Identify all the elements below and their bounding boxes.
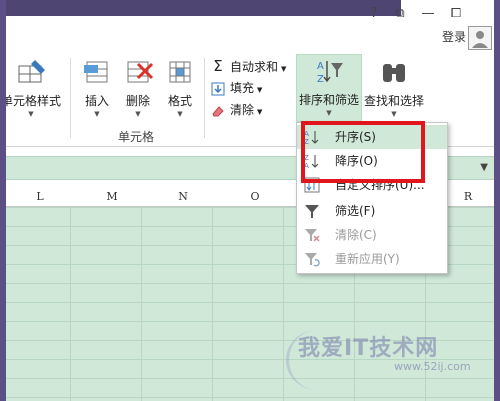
group-divider — [204, 58, 205, 138]
autosum-label: 自动求和 — [230, 60, 279, 74]
excel-window: ? ⧉ — ⧠ 登录 单元格样式 ▼ 插入 ▼ 删除 ▼ 格式 ▼ 单元格 Σ … — [6, 0, 494, 401]
find-select-label: 查找和选择 — [363, 94, 424, 108]
menu-item-clear-filter: 清除(C) — [297, 223, 447, 247]
binoculars-icon — [378, 56, 410, 88]
fill-label: 填充 — [230, 81, 255, 95]
reapply-icon — [303, 250, 321, 268]
minimize-button[interactable]: — — [416, 4, 440, 24]
chevron-down-icon: ▼ — [326, 109, 332, 117]
insert-button[interactable]: 插入 ▼ — [78, 56, 116, 119]
group-divider — [70, 58, 71, 138]
chevron-down-icon: ▼ — [177, 110, 183, 118]
autosum-button[interactable]: Σ 自动求和 ▼ — [210, 56, 286, 76]
help-button[interactable]: ? — [362, 4, 386, 24]
sort-filter-icon: A Z — [313, 55, 345, 87]
chevron-down-icon: ▼ — [135, 110, 141, 118]
menu-item-label: 重新应用(Y) — [335, 252, 400, 266]
delete-cells-icon — [122, 56, 154, 88]
chevron-down-icon: ▼ — [94, 110, 100, 118]
clear-button[interactable]: 清除 ▼ — [210, 100, 262, 120]
fill-down-icon — [210, 78, 226, 98]
column-header-O[interactable]: O — [245, 188, 265, 206]
sort-filter-label: 排序和筛选 — [298, 93, 359, 107]
cell-styles-icon — [15, 56, 47, 88]
title-bar: ? ⧉ — ⧠ 登录 — [6, 0, 494, 52]
format-label: 格式 — [167, 94, 192, 108]
clear-filter-icon — [303, 226, 321, 244]
format-button[interactable]: 格式 ▼ — [160, 56, 200, 119]
column-header-N[interactable]: N — [173, 188, 193, 206]
filter-icon — [303, 202, 321, 220]
cell-styles-label: 单元格样式 — [6, 94, 61, 108]
column-header-R[interactable]: R — [458, 188, 478, 206]
column-header-L[interactable]: L — [30, 188, 50, 206]
restore-button[interactable]: ⧠ — [444, 4, 468, 24]
format-cells-icon — [164, 56, 196, 88]
expand-formula-bar-icon[interactable]: ▼ — [480, 162, 488, 173]
login-link[interactable]: 登录 — [442, 28, 466, 45]
fill-button[interactable]: 填充 ▼ — [210, 78, 262, 98]
clear-label: 清除 — [230, 103, 255, 117]
cell-styles-button[interactable]: 单元格样式 ▼ — [6, 56, 62, 119]
highlight-annotation — [301, 121, 425, 183]
menu-item-label: 清除(C) — [335, 228, 377, 242]
find-select-button[interactable]: 查找和选择 ▼ — [362, 56, 426, 119]
chevron-down-icon: ▼ — [257, 108, 263, 116]
cells-group-label: 单元格 — [117, 130, 154, 144]
user-icon — [472, 31, 488, 48]
chevron-down-icon: ▼ — [281, 65, 287, 73]
insert-label: 插入 — [84, 94, 109, 108]
menu-item-reapply: 重新应用(Y) — [297, 247, 447, 271]
sort-filter-button[interactable]: A Z 排序和筛选 ▼ — [296, 54, 362, 122]
watermark-url: www.52ij.com — [394, 360, 471, 373]
avatar[interactable] — [468, 26, 492, 50]
svg-text:A: A — [317, 61, 324, 72]
chevron-down-icon: ▼ — [28, 110, 34, 118]
watermark-text: 我爱IT技术网 — [298, 336, 439, 361]
title-strip — [6, 0, 401, 16]
delete-label: 删除 — [125, 94, 150, 108]
ribbon-display-button[interactable]: ⧉ — [388, 4, 412, 24]
menu-item-filter[interactable]: 筛选(F) — [297, 199, 447, 223]
chevron-down-icon: ▼ — [391, 110, 397, 118]
chevron-down-icon: ▼ — [257, 86, 263, 94]
sigma-icon: Σ — [213, 57, 223, 75]
delete-button[interactable]: 删除 ▼ — [118, 56, 158, 119]
column-header-M[interactable]: M — [102, 188, 122, 206]
insert-cells-icon — [81, 56, 113, 88]
svg-text:Z: Z — [317, 74, 324, 85]
eraser-icon — [210, 100, 226, 120]
menu-item-label: 筛选(F) — [335, 204, 376, 218]
